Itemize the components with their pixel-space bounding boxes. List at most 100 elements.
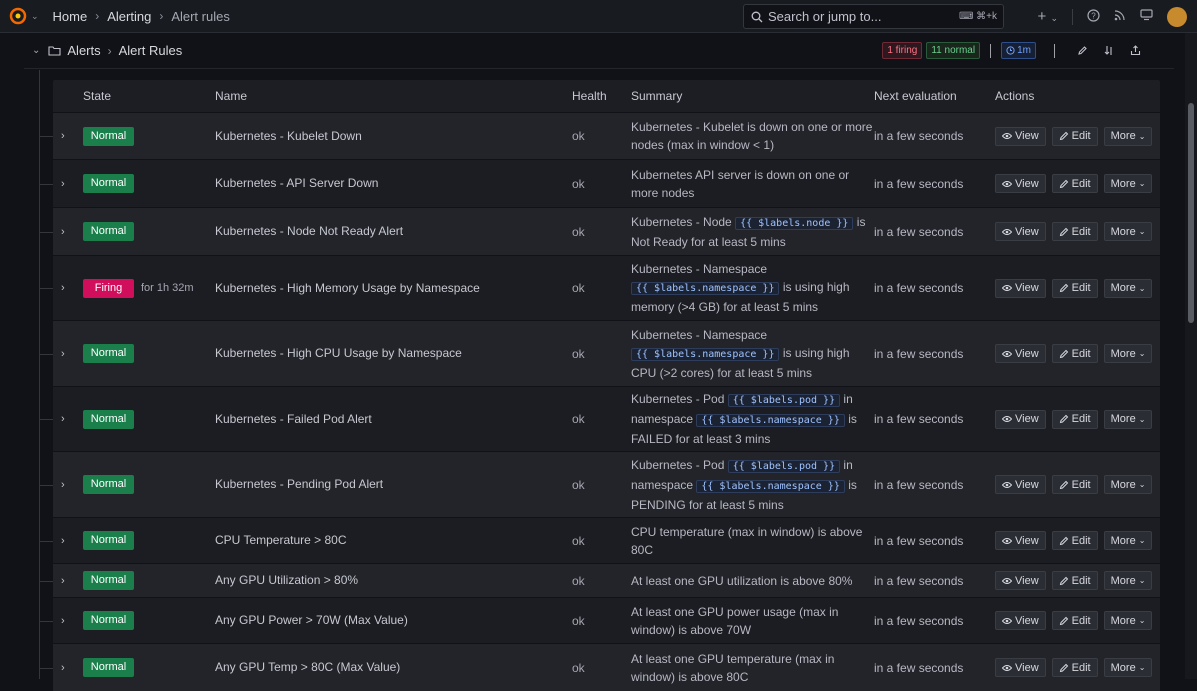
- more-button[interactable]: More ⌄: [1103, 409, 1153, 429]
- more-button[interactable]: More ⌄: [1103, 278, 1153, 298]
- eye-icon: [1002, 481, 1012, 489]
- rule-name: Kubernetes - API Server Down: [215, 176, 379, 190]
- chevron-right-icon[interactable]: ›: [53, 130, 83, 142]
- row-actions: View Edit More ⌄: [995, 126, 1160, 146]
- edit-button[interactable]: Edit: [1051, 126, 1098, 146]
- scrollbar-thumb[interactable]: [1188, 103, 1194, 323]
- table-row: › Normal Kubernetes - Node Not Ready Alert…: [39, 207, 1160, 255]
- more-button[interactable]: More ⌄: [1103, 174, 1153, 193]
- more-button[interactable]: More ⌄: [1103, 531, 1153, 550]
- edit-button[interactable]: Edit: [1051, 174, 1098, 193]
- chevron-right-icon[interactable]: ›: [53, 282, 83, 294]
- view-button[interactable]: View: [995, 571, 1046, 590]
- edit-button[interactable]: Edit: [1051, 475, 1098, 494]
- top-navbar: ⌄ Home › Alerting › Alert rules Search o…: [0, 0, 1197, 33]
- view-button[interactable]: View: [995, 409, 1046, 429]
- grafana-logo-icon[interactable]: [8, 6, 28, 26]
- view-button[interactable]: View: [995, 344, 1046, 363]
- chevron-down-icon: ⌄: [1138, 349, 1146, 358]
- rule-health: ok: [572, 613, 585, 628]
- chevron-right-icon[interactable]: ›: [53, 575, 83, 587]
- summary-text: At least one GPU power usage (max in win…: [631, 604, 839, 637]
- state-duration: for 1h 32m: [141, 282, 194, 294]
- more-button[interactable]: More ⌄: [1103, 571, 1153, 590]
- rule-name: CPU Temperature > 80C: [215, 533, 347, 547]
- edit-button[interactable]: Edit: [1051, 531, 1098, 550]
- next-evaluation: in a few seconds: [874, 660, 964, 675]
- chevron-right-icon[interactable]: ›: [53, 535, 83, 547]
- edit-button[interactable]: Edit: [1051, 278, 1098, 298]
- avatar[interactable]: [1167, 6, 1187, 27]
- header-actions: Actions: [995, 89, 1035, 103]
- edit-button[interactable]: Edit: [1051, 658, 1098, 677]
- breadcrumb-home[interactable]: Home: [53, 9, 88, 24]
- edit-icon: [1059, 663, 1069, 673]
- group-name: Alert Rules: [118, 43, 183, 58]
- divider: [1072, 8, 1073, 25]
- more-button[interactable]: More ⌄: [1103, 475, 1153, 494]
- more-button[interactable]: More ⌄: [1103, 344, 1153, 363]
- row-actions: View Edit More ⌄: [995, 344, 1160, 363]
- edit-button[interactable]: Edit: [1051, 344, 1098, 363]
- page-scrollbar[interactable]: [1185, 33, 1197, 679]
- export-icon[interactable]: [1130, 45, 1141, 56]
- tree-branch: [39, 353, 53, 355]
- plus-icon[interactable]: + ⌄: [1038, 8, 1058, 25]
- rule-health: ok: [572, 129, 585, 143]
- eye-icon: [1002, 664, 1012, 672]
- rss-icon[interactable]: [1114, 9, 1126, 24]
- header-state: State: [83, 89, 112, 103]
- chevron-down-icon[interactable]: ⌄: [32, 45, 40, 56]
- rule-health: ok: [572, 281, 585, 295]
- edit-icon: [1059, 283, 1069, 293]
- rule-summary: Kubernetes - Pod {{ $labels.pod }} in na…: [631, 456, 874, 514]
- view-button[interactable]: View: [995, 611, 1046, 630]
- row-actions: View Edit More ⌄: [995, 531, 1160, 550]
- chevron-right-icon[interactable]: ›: [53, 479, 83, 491]
- state-badge: Normal: [83, 174, 134, 193]
- sort-icon[interactable]: [1104, 45, 1114, 56]
- summary-text: Kubernetes - Namespace: [631, 262, 768, 276]
- monitor-icon[interactable]: [1140, 9, 1153, 24]
- breadcrumb-alert-rules: Alert rules: [171, 8, 230, 24]
- more-button[interactable]: More ⌄: [1103, 126, 1153, 146]
- breadcrumb-alerting[interactable]: Alerting: [107, 9, 151, 24]
- tree-branch: [39, 288, 53, 289]
- view-button[interactable]: View: [995, 531, 1046, 550]
- search-input[interactable]: Search or jump to... ⌨ ⌘+k: [743, 4, 1004, 29]
- chevron-down-icon: ⌄: [1138, 576, 1146, 585]
- view-button[interactable]: View: [995, 222, 1046, 241]
- tree-branch: [39, 183, 53, 185]
- chevron-right-icon[interactable]: ›: [53, 226, 83, 238]
- view-button[interactable]: View: [995, 658, 1046, 677]
- chevron-right-icon[interactable]: ›: [53, 662, 83, 674]
- more-button[interactable]: More ⌄: [1103, 658, 1153, 677]
- view-button[interactable]: View: [995, 278, 1046, 298]
- chevron-right-icon[interactable]: ›: [53, 178, 83, 190]
- evaluation-interval-badge: 1m: [1001, 42, 1036, 59]
- chevron-right-icon[interactable]: ›: [53, 413, 83, 425]
- view-button[interactable]: View: [995, 174, 1046, 193]
- state-badge: Firing: [83, 278, 134, 298]
- chevron-down-icon[interactable]: ⌄: [31, 11, 39, 22]
- edit-button[interactable]: Edit: [1051, 222, 1098, 241]
- summary-text: Kubernetes - Node: [631, 214, 736, 229]
- template-variable: {{ $labels.namespace }}: [696, 479, 845, 493]
- chevron-down-icon: ⌄: [1138, 536, 1146, 545]
- pencil-icon[interactable]: [1077, 45, 1088, 56]
- edit-button[interactable]: Edit: [1051, 409, 1098, 429]
- more-button[interactable]: More ⌄: [1103, 222, 1153, 241]
- tree-branch: [39, 667, 53, 669]
- view-button[interactable]: View: [995, 126, 1046, 146]
- folder-name[interactable]: Alerts: [67, 43, 100, 58]
- eye-icon: [1002, 577, 1012, 585]
- table-row: › Normal Kubernetes - API Server Down ok Kub…: [39, 159, 1160, 207]
- chevron-right-icon[interactable]: ›: [53, 348, 83, 360]
- edit-button[interactable]: Edit: [1051, 611, 1098, 630]
- view-button[interactable]: View: [995, 475, 1046, 494]
- help-icon[interactable]: ?: [1087, 8, 1100, 25]
- chevron-right-icon[interactable]: ›: [53, 615, 83, 627]
- state-cell: Normal: [83, 611, 215, 630]
- more-button[interactable]: More ⌄: [1103, 611, 1153, 630]
- edit-button[interactable]: Edit: [1051, 571, 1098, 590]
